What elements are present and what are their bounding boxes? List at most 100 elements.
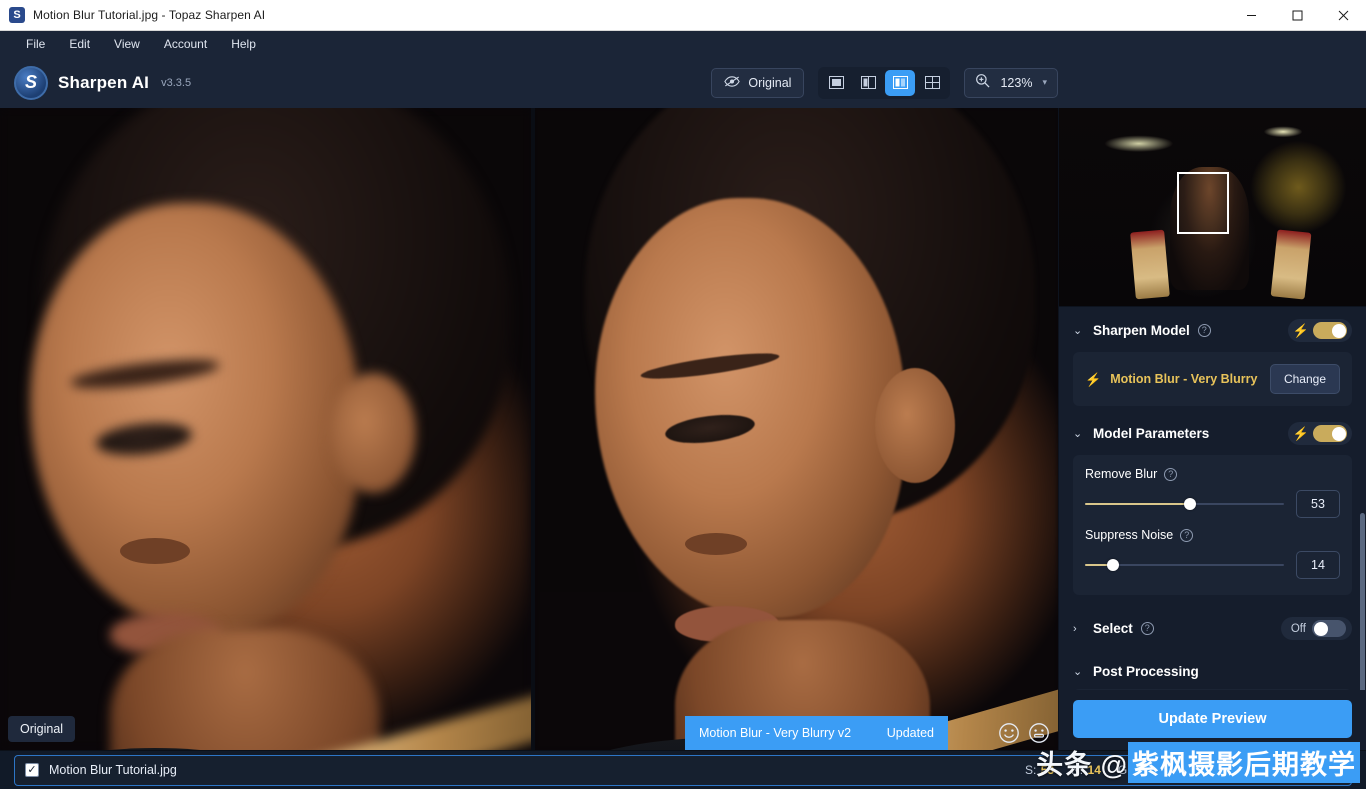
zoom-in-icon <box>975 73 990 93</box>
change-model-button[interactable]: Change <box>1269 364 1340 394</box>
preview-label-bar: Motion Blur - Very Blurry v2 Updated <box>685 716 948 750</box>
toggle-switch <box>1313 425 1347 442</box>
metric-value: 14 <box>1087 763 1101 777</box>
menu-item-edit[interactable]: Edit <box>57 34 102 54</box>
minimize-button[interactable] <box>1228 0 1274 31</box>
menu-bar: File Edit View Account Help <box>0 31 1366 57</box>
filmstrip-item[interactable]: Motion Blur Tutorial.jpg S: 53 N: 14 G: … <box>14 754 1352 786</box>
help-icon[interactable]: ? <box>1140 622 1154 635</box>
preview-image-pane[interactable]: Motion Blur - Very Blurry v2 Updated <box>535 108 1058 750</box>
slider-suppress-noise[interactable] <box>1085 558 1284 572</box>
menu-item-help[interactable]: Help <box>219 34 268 54</box>
value-suppress-noise[interactable]: 14 <box>1296 551 1340 579</box>
menu-item-file[interactable]: File <box>14 34 57 54</box>
menu-item-account[interactable]: Account <box>152 34 219 54</box>
navigator-viewport-rectangle[interactable] <box>1177 172 1229 234</box>
close-button[interactable] <box>1320 0 1366 31</box>
help-icon[interactable]: ? <box>1197 324 1211 337</box>
filmstrip-model-version: v2 <box>1329 764 1341 776</box>
metric-sharpen: S: 53 <box>1025 761 1054 779</box>
file-metrics: S: 53 N: 14 G: 0 <box>1025 761 1142 779</box>
toggle-switch <box>1312 620 1346 637</box>
help-icon[interactable]: ? <box>1164 467 1178 481</box>
original-photo <box>0 108 531 750</box>
preview-model-label: Motion Blur - Very Blurry v2 <box>699 726 852 740</box>
file-checkbox[interactable] <box>25 763 39 777</box>
param-remove-blur: Remove Blur ? 53 <box>1085 467 1340 518</box>
section-sharpen-model-header[interactable]: ⌄ Sharpen Model ? ⚡ <box>1059 307 1366 352</box>
slider-thumb[interactable] <box>1184 498 1197 510</box>
param-label-remove-blur: Remove Blur <box>1085 467 1158 481</box>
sidebar-scrollbar[interactable] <box>1360 513 1365 709</box>
section-select-header[interactable]: › Select ? Off <box>1059 599 1366 650</box>
thumbs-up-face-icon[interactable] <box>998 722 1020 744</box>
section-title-select: Select <box>1093 621 1133 636</box>
help-icon[interactable]: ? <box>1180 528 1194 542</box>
param-label-suppress-noise: Suppress Noise <box>1085 528 1174 542</box>
section-post-processing-header[interactable]: ⌄ Post Processing <box>1059 650 1366 689</box>
view-mode-quad[interactable] <box>917 70 947 96</box>
update-preview-button[interactable]: Update Preview <box>1073 700 1352 738</box>
original-image-pane[interactable]: Original <box>0 108 531 750</box>
sharpen-model-card: ⚡ Motion Blur - Very Blurry Change <box>1073 352 1352 406</box>
app-icon <box>9 7 25 23</box>
window-title: Motion Blur Tutorial.jpg - Topaz Sharpen… <box>33 8 266 22</box>
metric-key: G: <box>1117 763 1131 777</box>
header-tools: Original 123% ▾ <box>711 66 1058 99</box>
file-name: Motion Blur Tutorial.jpg <box>49 763 177 777</box>
metric-key: N: <box>1071 763 1084 777</box>
value-remove-blur[interactable]: 53 <box>1296 490 1340 518</box>
application-window: Motion Blur Tutorial.jpg - Topaz Sharpen… <box>0 0 1366 789</box>
chevron-down-icon[interactable]: ⌄ <box>1073 324 1085 337</box>
update-preview-container: Update Preview <box>1059 690 1366 750</box>
filmstrip-model: ⚡ Motion Blur - Very Blurry v2 <box>1164 763 1341 777</box>
sharpen-ai-logo-icon <box>14 65 48 100</box>
slider-fill <box>1085 503 1191 505</box>
brand-name: Sharpen AI <box>58 72 150 92</box>
selected-model-row: ⚡ Motion Blur - Very Blurry Change <box>1085 364 1340 394</box>
eye-slash-icon <box>724 75 741 91</box>
view-mode-single[interactable] <box>821 70 851 96</box>
zoom-control[interactable]: 123% ▾ <box>964 67 1058 98</box>
section-title-model-parameters: Model Parameters <box>1093 426 1210 441</box>
original-badge: Original <box>8 716 76 742</box>
chevron-right-icon[interactable]: › <box>1073 623 1085 635</box>
app-version: v3.3.5 <box>161 76 192 89</box>
slider-thumb[interactable] <box>1106 559 1119 571</box>
view-mode-side-by-side[interactable] <box>885 69 916 96</box>
chevron-down-icon: ▾ <box>1042 77 1047 87</box>
metric-grain: G: 0 <box>1118 761 1142 779</box>
lightning-bolt-icon: ⚡ <box>1085 371 1102 387</box>
section-title-sharpen-model: Sharpen Model <box>1093 323 1190 338</box>
preview-status-label: Updated <box>886 726 934 740</box>
app-header: Sharpen AI v3.3.5 Original <box>0 57 1366 108</box>
model-parameters-auto-toggle[interactable]: ⚡ <box>1287 422 1352 445</box>
chevron-down-icon[interactable]: ⌄ <box>1073 665 1085 678</box>
slider-remove-blur[interactable] <box>1085 497 1284 511</box>
menu-item-view[interactable]: View <box>102 34 152 54</box>
navigator-thumbnail[interactable] <box>1059 108 1366 307</box>
metric-value: 0 <box>1135 763 1142 777</box>
settings-sidebar: ⌄ Sharpen Model ? ⚡ ⚡ Motion Blur - Very… <box>1058 108 1366 750</box>
show-original-label: Original <box>748 75 792 90</box>
sharpen-model-auto-toggle[interactable]: ⚡ <box>1287 319 1352 342</box>
settings-panel: ⌄ Sharpen Model ? ⚡ ⚡ Motion Blur - Very… <box>1059 307 1366 750</box>
chevron-down-icon[interactable]: ⌄ <box>1073 427 1085 440</box>
select-enable-toggle[interactable]: Off <box>1280 617 1352 640</box>
view-mode-split[interactable] <box>853 70 883 96</box>
selected-model-name: Motion Blur - Very Blurry <box>1110 372 1258 386</box>
select-toggle-label: Off <box>1290 622 1306 635</box>
param-suppress-noise: Suppress Noise ? 14 <box>1085 528 1340 579</box>
app-body: Original Motion Blur - Very Blurry v2 Up… <box>0 108 1366 750</box>
neutral-face-icon[interactable] <box>1028 722 1050 744</box>
lightning-bolt-icon: ⚡ <box>1292 323 1309 338</box>
lightning-bolt-icon: ⚡ <box>1292 426 1309 441</box>
maximize-button[interactable] <box>1274 0 1320 31</box>
section-model-parameters-header[interactable]: ⌄ Model Parameters ⚡ <box>1059 410 1366 455</box>
show-original-button[interactable]: Original <box>711 67 805 98</box>
image-workspace[interactable]: Original Motion Blur - Very Blurry v2 Up… <box>0 108 1058 750</box>
view-mode-group <box>818 66 951 99</box>
feedback-icons <box>998 722 1050 744</box>
metric-key: S: <box>1024 763 1037 777</box>
zoom-value: 123% <box>1000 75 1033 90</box>
